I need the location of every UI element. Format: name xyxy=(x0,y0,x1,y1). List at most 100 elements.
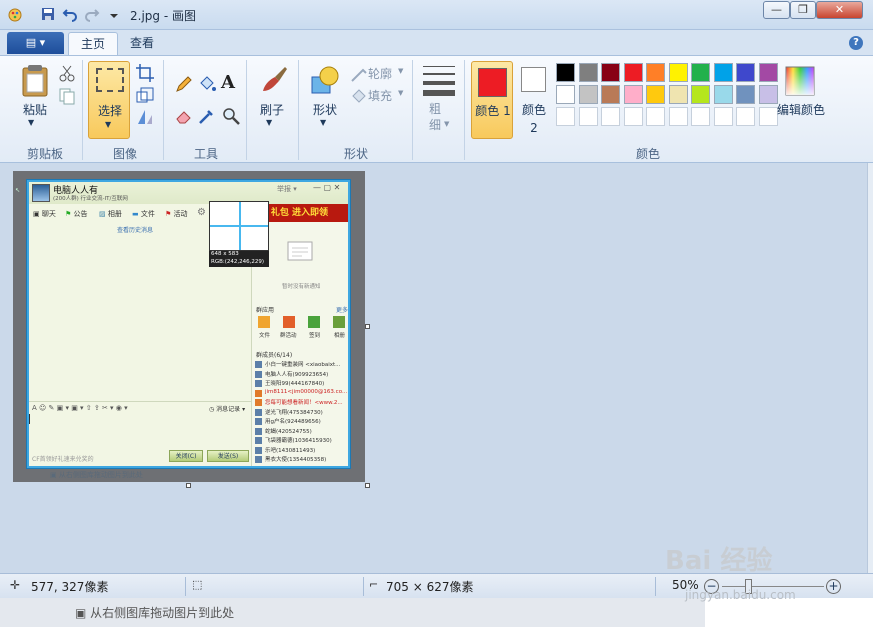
palette-color-swatch[interactable] xyxy=(668,85,688,104)
qq-history-link[interactable]: 查看历史消息 xyxy=(117,225,153,234)
save-icon[interactable] xyxy=(40,6,56,22)
qq-member-row[interactable]: 逆光飞翔(475384730) xyxy=(254,408,347,417)
size-icon[interactable] xyxy=(423,66,455,67)
palette-color-swatch[interactable] xyxy=(691,85,710,104)
zoom-in-button[interactable]: + xyxy=(826,579,841,594)
resize-handle-corner[interactable] xyxy=(365,483,370,488)
edit-colors-icon[interactable] xyxy=(785,66,815,96)
palette-color-swatch[interactable] xyxy=(691,63,710,82)
zoom-slider-track[interactable] xyxy=(722,586,824,587)
custom-color-slot[interactable] xyxy=(623,107,643,126)
custom-color-slot[interactable] xyxy=(601,107,620,126)
resize-handle-right[interactable] xyxy=(365,324,370,329)
shapes-dropdown-icon[interactable]: ▼ xyxy=(320,118,326,127)
qq-member-row[interactable]: 小白一键重装网 <xiaobaixt... xyxy=(254,360,347,369)
qq-msg-record[interactable]: ◷ 消息记录 ▾ xyxy=(209,404,245,413)
fill-icon[interactable] xyxy=(349,86,369,106)
palette-color-swatch[interactable] xyxy=(713,63,733,82)
qq-send-button[interactable]: 发送(S) xyxy=(207,450,249,462)
palette-color-swatch[interactable] xyxy=(601,63,620,82)
redo-icon[interactable] xyxy=(84,6,100,22)
qq-tab-notice[interactable]: ⚑ 公告 xyxy=(65,209,88,219)
size-label[interactable]: 粗细 xyxy=(428,101,442,133)
color-picker-icon[interactable] xyxy=(197,106,217,126)
palette-color-swatch[interactable] xyxy=(556,85,575,104)
qq-window-controls[interactable]: — ▢ ✕ xyxy=(313,183,340,192)
custom-color-slot[interactable] xyxy=(668,107,688,126)
paint-app-icon[interactable] xyxy=(7,6,23,22)
qq-app-files-icon[interactable] xyxy=(258,316,270,328)
qq-report-link[interactable]: 举报 ▾ xyxy=(277,184,297,194)
custom-color-slot[interactable] xyxy=(646,107,665,126)
image-canvas[interactable]: ↖ 电脑人人有 (200人群) 行业交流-IT/互联网 举报 ▾ — ▢ ✕ ▣… xyxy=(13,171,365,482)
cut-icon[interactable] xyxy=(57,63,77,83)
qq-member-row[interactable]: jim8111<jim00000@163.co... xyxy=(254,389,347,398)
qq-member-row[interactable]: 用g户名(924489656) xyxy=(254,417,347,426)
custom-color-slot[interactable] xyxy=(691,107,710,126)
custom-color-slot[interactable] xyxy=(736,107,755,126)
qq-tab-activity[interactable]: ⚑ 活动 xyxy=(165,209,188,219)
palette-color-swatch[interactable] xyxy=(758,63,778,82)
custom-color-slot[interactable] xyxy=(713,107,733,126)
outline-label[interactable]: 轮廓 xyxy=(368,65,392,82)
palette-color-swatch[interactable] xyxy=(646,85,665,104)
qq-tab-chat[interactable]: ▣ 聊天 xyxy=(33,209,56,219)
color1-button[interactable]: 颜色 1 xyxy=(471,61,513,139)
tab-view[interactable]: 查看 xyxy=(118,32,166,56)
qq-member-row[interactable]: 您每可能想看新闻！<www.2... xyxy=(254,398,347,407)
qq-app-signin-icon[interactable] xyxy=(308,316,320,328)
vertical-scrollbar[interactable] xyxy=(867,163,873,573)
paste-icon[interactable] xyxy=(20,64,50,98)
paste-dropdown-icon[interactable]: ▼ xyxy=(28,118,34,127)
qq-apps-more[interactable]: 更多 xyxy=(336,305,348,314)
palette-color-swatch[interactable] xyxy=(601,85,620,104)
resize-icon[interactable] xyxy=(135,86,155,106)
outline-dropdown-icon[interactable]: ▼ xyxy=(398,67,403,75)
brushes-dropdown-icon[interactable]: ▼ xyxy=(266,118,272,127)
palette-color-swatch[interactable] xyxy=(668,63,688,82)
qq-app-album-icon[interactable] xyxy=(333,316,345,328)
magnifier-icon[interactable] xyxy=(221,106,241,126)
crop-icon[interactable] xyxy=(135,63,155,83)
qq-member-row[interactable]: 蛇蝎(420524755) xyxy=(254,427,347,436)
outline-icon[interactable] xyxy=(349,64,369,84)
qq-input-tools-icons[interactable]: A ☺ ✎ ▣ ▾ ▣ ▾ ⇧ ⇪ ✂ ▾ ◉ ▾ xyxy=(32,404,128,412)
qq-tab-album[interactable]: ▨ 相册 xyxy=(99,209,122,219)
qq-member-row[interactable]: 黑衣大使(1354405358) xyxy=(254,455,347,464)
canvas-area[interactable]: ↖ 电脑人人有 (200人群) 行业交流-IT/互联网 举报 ▾ — ▢ ✕ ▣… xyxy=(0,163,867,573)
text-tool-icon[interactable]: A xyxy=(221,72,235,93)
qq-member-row[interactable]: 乐吧(1430811493) xyxy=(254,446,347,455)
customize-toolbar-icon[interactable] xyxy=(106,6,122,22)
custom-color-slot[interactable] xyxy=(556,107,575,126)
palette-color-swatch[interactable] xyxy=(623,63,643,82)
custom-color-slot[interactable] xyxy=(578,107,598,126)
copy-icon[interactable] xyxy=(57,86,77,106)
qq-member-row[interactable]: 飞袋器霸德(1036415930) xyxy=(254,436,347,445)
color2-swatch[interactable] xyxy=(521,67,546,92)
file-menu-button[interactable]: ▤ ▾ xyxy=(7,32,64,54)
close-button[interactable]: ✕ xyxy=(816,1,863,19)
brush-icon[interactable] xyxy=(257,65,289,97)
fill-label[interactable]: 填充 xyxy=(368,87,392,104)
resize-handle-bottom[interactable] xyxy=(186,483,191,488)
pencil-icon[interactable] xyxy=(174,74,194,94)
undo-icon[interactable] xyxy=(62,6,78,22)
palette-color-swatch[interactable] xyxy=(646,63,665,82)
palette-color-swatch[interactable] xyxy=(578,63,598,82)
qq-member-row[interactable]: 王晓阳99(444167840) xyxy=(254,379,347,388)
select-button[interactable]: 选择 ▼ xyxy=(88,61,130,139)
minimize-button[interactable]: — xyxy=(763,1,790,19)
palette-color-swatch[interactable] xyxy=(578,85,598,104)
fill-dropdown-icon[interactable]: ▼ xyxy=(398,89,403,97)
qq-close-button[interactable]: 关闭(C) xyxy=(169,450,203,462)
rotate-icon[interactable] xyxy=(135,107,155,127)
brushes-label[interactable]: 刷子 xyxy=(256,101,288,118)
tab-home[interactable]: 主页 xyxy=(68,32,119,56)
maximize-button[interactable]: ❐ xyxy=(790,1,816,19)
eraser-icon[interactable] xyxy=(174,106,194,126)
qq-app-activity-icon[interactable] xyxy=(283,316,295,328)
palette-color-swatch[interactable] xyxy=(736,85,755,104)
qq-tab-files[interactable]: ▬ 文件 xyxy=(132,209,155,219)
fill-bucket-icon[interactable] xyxy=(197,74,217,94)
palette-color-swatch[interactable] xyxy=(556,63,575,82)
